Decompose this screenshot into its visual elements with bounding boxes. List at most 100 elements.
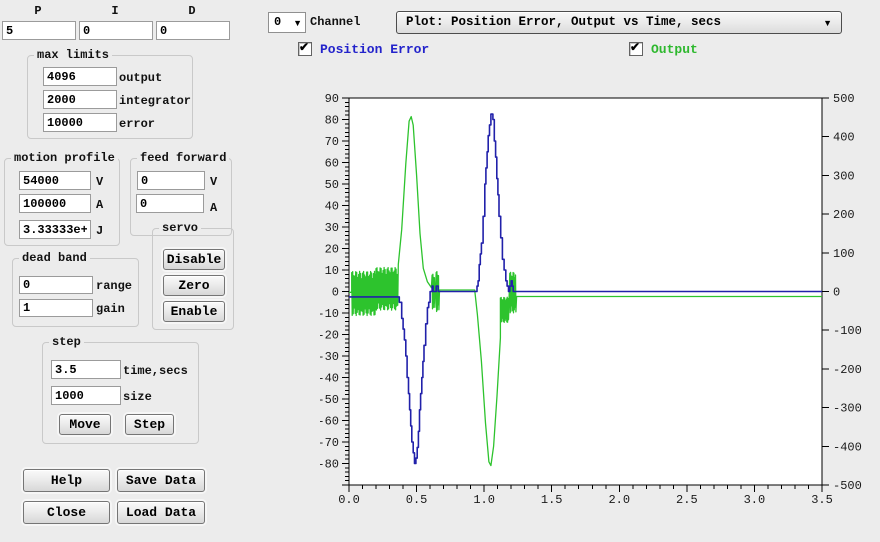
channel-label: Channel bbox=[310, 15, 360, 29]
svg-text:1.0: 1.0 bbox=[473, 493, 495, 507]
step-time-label: time,secs bbox=[123, 364, 188, 378]
channel-select[interactable]: 0 ▼ bbox=[268, 12, 306, 33]
check-icon: ✔ bbox=[299, 40, 309, 54]
svg-text:30: 30 bbox=[325, 221, 339, 235]
ff-acceleration-label: A bbox=[210, 201, 217, 215]
svg-text:-10: -10 bbox=[320, 307, 339, 321]
motion-profile-title: motion profile bbox=[11, 151, 118, 165]
svg-text:300: 300 bbox=[833, 169, 855, 183]
svg-text:10: 10 bbox=[325, 264, 339, 278]
position-error-output-chart: 0.0 0.5 1.0 1.5 2.0 2.5 3.0 3.5 90 80 70 60 50 40 30 20… bbox=[320, 85, 875, 515]
svg-text:90: 90 bbox=[325, 92, 339, 106]
velocity-input[interactable] bbox=[19, 171, 91, 190]
ff-acceleration-input[interactable] bbox=[136, 194, 204, 213]
max-error-input[interactable] bbox=[43, 113, 117, 132]
output-checkbox-label: Output bbox=[651, 42, 698, 57]
svg-text:-80: -80 bbox=[320, 458, 339, 472]
svg-text:1.5: 1.5 bbox=[541, 493, 563, 507]
dead-band-range-input[interactable] bbox=[19, 276, 93, 294]
servo-enable-button[interactable]: Enable bbox=[163, 301, 225, 322]
servo-group: servo Disable Zero Enable bbox=[152, 228, 234, 330]
channel-value: 0 bbox=[274, 15, 281, 29]
dead-band-group: dead band range gain bbox=[12, 258, 139, 327]
svg-text:80: 80 bbox=[325, 114, 339, 128]
p-label: P bbox=[2, 4, 74, 18]
chevron-down-icon: ▼ bbox=[293, 18, 302, 28]
motion-profile-group: motion profile V A J bbox=[4, 158, 120, 246]
dead-band-gain-label: gain bbox=[96, 302, 125, 316]
svg-text:100: 100 bbox=[833, 247, 855, 261]
svg-text:40: 40 bbox=[325, 200, 339, 214]
svg-text:0: 0 bbox=[833, 286, 840, 300]
jerk-label: J bbox=[96, 224, 103, 238]
jerk-input[interactable] bbox=[19, 220, 91, 239]
output-checkbox[interactable]: ✔ bbox=[629, 42, 643, 56]
svg-text:-100: -100 bbox=[833, 324, 862, 338]
svg-text:2.5: 2.5 bbox=[676, 493, 698, 507]
svg-text:20: 20 bbox=[325, 243, 339, 257]
svg-text:50: 50 bbox=[325, 178, 339, 192]
max-limits-title: max limits bbox=[34, 48, 112, 62]
plot-type-value: Plot: Position Error, Output vs Time, se… bbox=[406, 15, 721, 29]
max-integrator-input[interactable] bbox=[43, 90, 117, 109]
step-button[interactable]: Step bbox=[125, 414, 174, 435]
max-error-label: error bbox=[119, 117, 155, 131]
servo-title: servo bbox=[159, 221, 201, 235]
position-error-checkbox-label: Position Error bbox=[320, 42, 429, 57]
svg-text:-70: -70 bbox=[320, 436, 339, 450]
svg-text:-40: -40 bbox=[320, 372, 339, 386]
step-size-label: size bbox=[123, 390, 152, 404]
svg-text:3.5: 3.5 bbox=[811, 493, 833, 507]
d-input[interactable] bbox=[156, 21, 230, 40]
svg-text:-60: -60 bbox=[320, 415, 339, 429]
max-limits-group: max limits output integrator error bbox=[27, 55, 193, 139]
pid-tuning-window: P I D 0 ▼ Channel Plot: Position Error, … bbox=[0, 0, 880, 542]
plot-type-select[interactable]: Plot: Position Error, Output vs Time, se… bbox=[396, 11, 842, 34]
load-data-button[interactable]: Load Data bbox=[117, 501, 205, 524]
svg-text:70: 70 bbox=[325, 135, 339, 149]
dead-band-range-label: range bbox=[96, 279, 132, 293]
svg-text:3.0: 3.0 bbox=[744, 493, 766, 507]
svg-text:-50: -50 bbox=[320, 393, 339, 407]
svg-text:0.5: 0.5 bbox=[406, 493, 428, 507]
max-output-input[interactable] bbox=[43, 67, 117, 86]
svg-text:60: 60 bbox=[325, 157, 339, 171]
acceleration-input[interactable] bbox=[19, 194, 91, 213]
svg-text:-200: -200 bbox=[833, 363, 862, 377]
ff-velocity-label: V bbox=[210, 175, 217, 189]
svg-text:-30: -30 bbox=[320, 350, 339, 364]
svg-text:-20: -20 bbox=[320, 329, 339, 343]
servo-disable-button[interactable]: Disable bbox=[163, 249, 225, 270]
acceleration-label: A bbox=[96, 198, 103, 212]
position-error-checkbox[interactable]: ✔ bbox=[298, 42, 312, 56]
check-icon: ✔ bbox=[630, 40, 640, 54]
chevron-down-icon: ▼ bbox=[823, 18, 832, 28]
svg-text:500: 500 bbox=[833, 92, 855, 106]
i-label: I bbox=[79, 4, 151, 18]
ff-velocity-input[interactable] bbox=[137, 171, 205, 190]
step-size-input[interactable] bbox=[51, 386, 121, 405]
velocity-label: V bbox=[96, 175, 103, 189]
step-time-input[interactable] bbox=[51, 360, 121, 379]
close-button[interactable]: Close bbox=[23, 501, 110, 524]
max-output-label: output bbox=[119, 71, 162, 85]
step-group: step time,secs size Move Step bbox=[42, 342, 199, 444]
svg-text:2.0: 2.0 bbox=[608, 493, 630, 507]
svg-text:400: 400 bbox=[833, 131, 855, 145]
svg-text:-300: -300 bbox=[833, 402, 862, 416]
d-label: D bbox=[156, 4, 228, 18]
p-input[interactable] bbox=[2, 21, 76, 40]
max-integrator-label: integrator bbox=[119, 94, 191, 108]
svg-text:200: 200 bbox=[833, 208, 855, 222]
help-button[interactable]: Help bbox=[23, 469, 110, 492]
dead-band-title: dead band bbox=[19, 251, 90, 265]
servo-zero-button[interactable]: Zero bbox=[163, 275, 225, 296]
svg-text:-500: -500 bbox=[833, 479, 862, 493]
feed-forward-title: feed forward bbox=[137, 151, 229, 165]
step-title: step bbox=[49, 335, 84, 349]
dead-band-gain-input[interactable] bbox=[19, 299, 93, 317]
save-data-button[interactable]: Save Data bbox=[117, 469, 205, 492]
svg-text:0.0: 0.0 bbox=[338, 493, 360, 507]
move-button[interactable]: Move bbox=[59, 414, 111, 435]
i-input[interactable] bbox=[79, 21, 153, 40]
